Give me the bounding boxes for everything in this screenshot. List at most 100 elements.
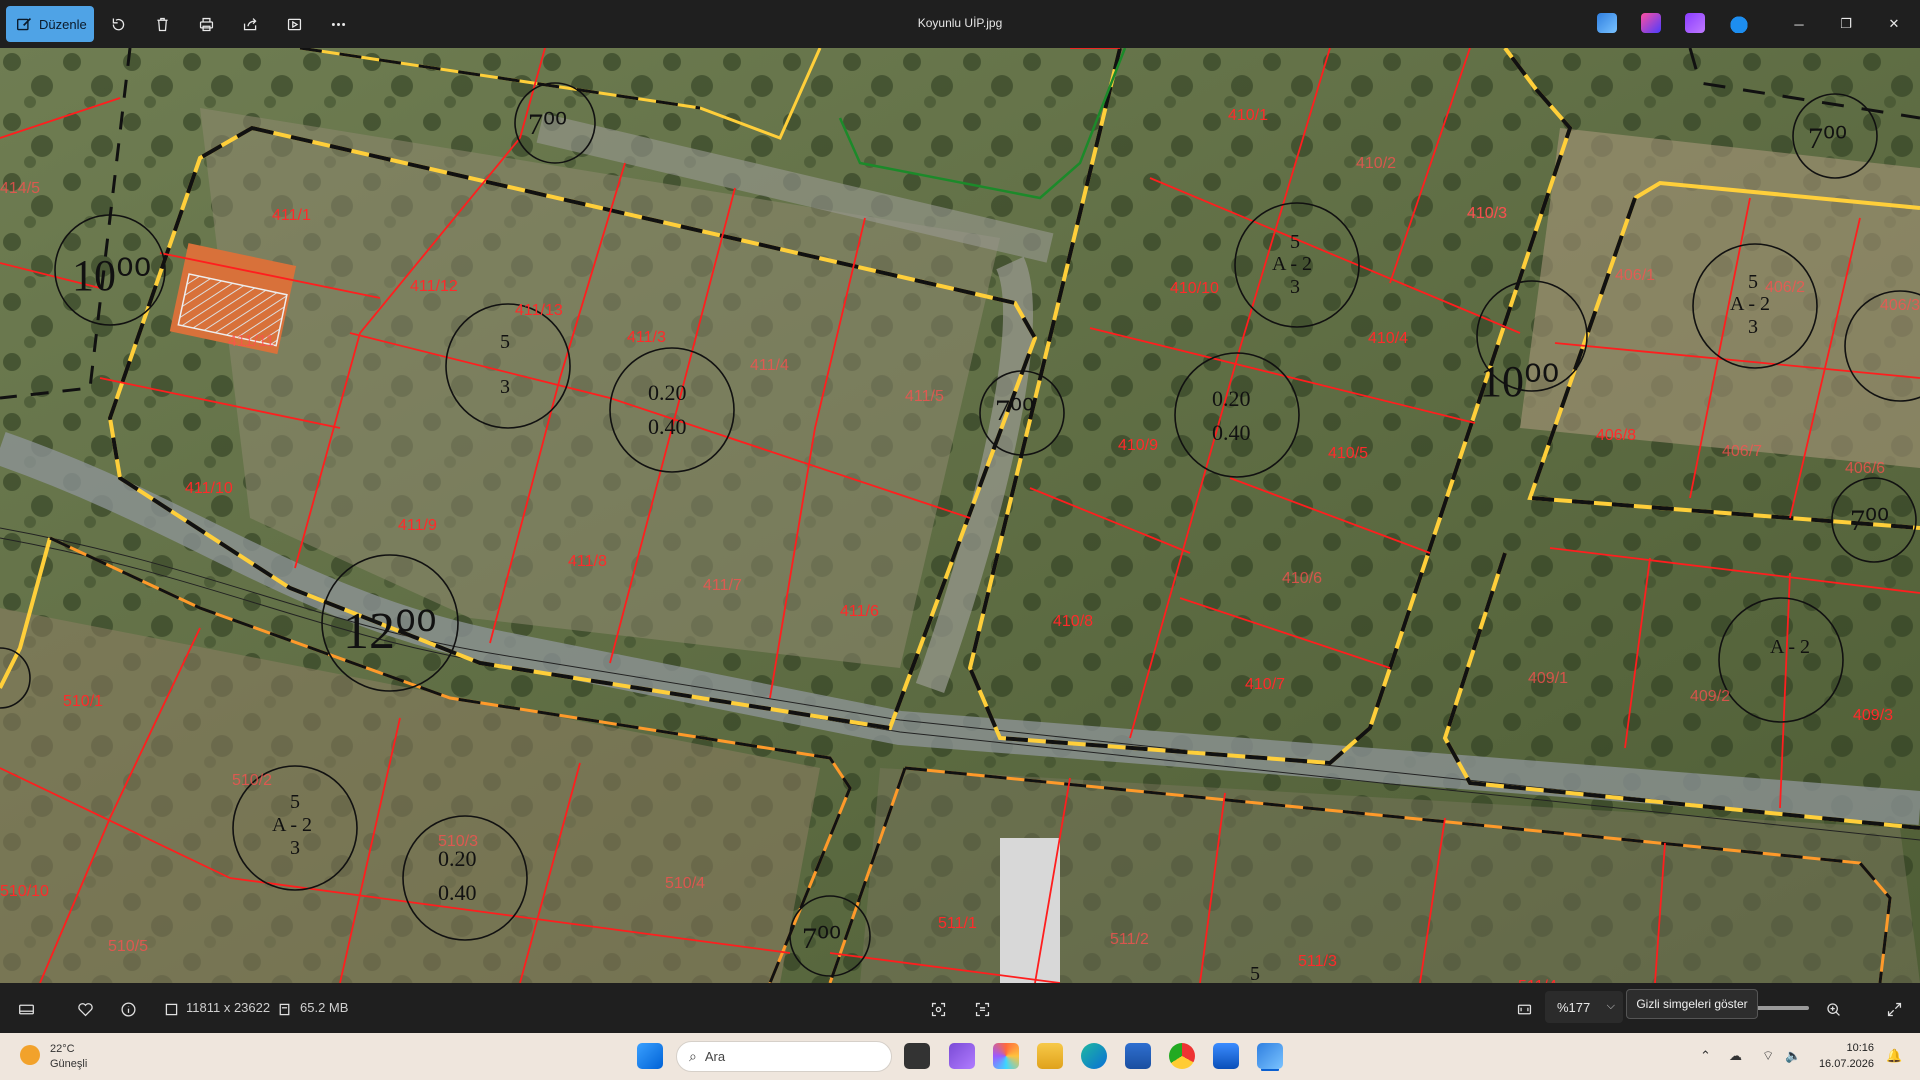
parcel-label: 510/1 xyxy=(63,693,103,710)
parcel-label: 406/7 xyxy=(1722,443,1762,460)
dimensions-icon xyxy=(160,998,182,1020)
image-viewport[interactable]: 7⁰⁰ 10⁰⁰ 12⁰⁰ 0.20 0.40 7⁰⁰ 0.20 0.40 5 … xyxy=(0,48,1920,983)
file-size-icon xyxy=(273,998,295,1020)
filmstrip-icon[interactable] xyxy=(15,998,37,1020)
fullscreen-icon[interactable] xyxy=(1883,998,1905,1020)
parcel-label: 414/5 xyxy=(0,180,40,197)
zone-text: 5 xyxy=(1748,271,1758,293)
clipchamp-icon[interactable] xyxy=(1685,13,1705,33)
parcel-label: 410/9 xyxy=(1118,437,1158,454)
volume-icon[interactable]: 🔈 xyxy=(1785,1048,1801,1064)
notifications-icon[interactable]: 🔔 xyxy=(1886,1048,1902,1064)
favorite-icon[interactable] xyxy=(74,998,96,1020)
zone-text: A - 2 xyxy=(1272,253,1312,275)
chrome-icon[interactable] xyxy=(1169,1043,1195,1069)
parcel-label: 409/1 xyxy=(1528,670,1568,687)
zone-text: 5 xyxy=(1290,231,1300,253)
parcel-label: 411/3 xyxy=(627,329,666,346)
clock-date[interactable]: 16.07.2026 xyxy=(1819,1058,1874,1070)
start-icon[interactable] xyxy=(637,1043,663,1069)
edge-icon[interactable] xyxy=(1081,1043,1107,1069)
designer-icon[interactable] xyxy=(1641,13,1661,33)
zone-text: 5 xyxy=(1250,963,1260,983)
edit-icon xyxy=(17,17,32,30)
parcel-label: 411/11 xyxy=(228,333,275,350)
file-explorer-icon[interactable] xyxy=(1037,1043,1063,1069)
zoning-map-image: 7⁰⁰ 10⁰⁰ 12⁰⁰ 0.20 0.40 7⁰⁰ 0.20 0.40 5 … xyxy=(0,48,1920,983)
zone-text: 7⁰⁰ xyxy=(1808,122,1847,155)
edit-button[interactable]: Düzenle xyxy=(6,6,94,42)
parcel-label: 510/3 xyxy=(438,833,478,850)
zone-text: 10⁰⁰ xyxy=(72,251,151,300)
parcel-label: 410/1 xyxy=(1228,107,1268,124)
info-icon[interactable] xyxy=(117,998,139,1020)
weather-condition[interactable]: Güneşli xyxy=(50,1058,87,1070)
parcel-label: 409/2 xyxy=(1690,688,1730,705)
parcel-label: 511/1 xyxy=(938,915,977,932)
parcel-label: 510/2 xyxy=(232,772,272,789)
sun-icon[interactable] xyxy=(20,1045,40,1065)
parcel-label: 411/6 xyxy=(840,603,879,620)
zone-text: 5 xyxy=(290,791,300,813)
parcel-label: 511/3 xyxy=(1298,953,1337,970)
zone-text: 3 xyxy=(500,376,510,398)
image-dimensions: 11811 x 23622 xyxy=(186,1000,271,1015)
minimize-icon[interactable]: ─ xyxy=(1787,12,1811,36)
more-icon[interactable] xyxy=(326,12,350,36)
parcel-label: 410/6 xyxy=(1282,570,1322,587)
zoom-in-icon[interactable] xyxy=(1822,998,1844,1020)
parcel-label: 410/3 xyxy=(1467,205,1507,222)
parcel-label: 410/7 xyxy=(1245,676,1285,693)
task-view-icon[interactable] xyxy=(904,1043,930,1069)
maximize-icon[interactable]: ❐ xyxy=(1834,12,1858,36)
photos-editor-icon[interactable] xyxy=(1597,13,1617,33)
zone-text: 3 xyxy=(1748,316,1758,338)
clock-time[interactable]: 10:16 xyxy=(1846,1042,1874,1054)
delete-icon[interactable] xyxy=(150,12,174,36)
visual-search-icon[interactable] xyxy=(927,998,949,1020)
text-recognition-icon[interactable] xyxy=(971,998,993,1020)
taskbar-search[interactable]: ⌕ Ara xyxy=(676,1041,892,1072)
chevron-down-icon: ⌵ xyxy=(1606,1000,1615,1012)
zoom-level-select[interactable]: %177 ⌵ xyxy=(1545,991,1623,1023)
slideshow-icon[interactable] xyxy=(282,12,306,36)
zone-text: 0.20 xyxy=(648,380,687,405)
photos-icon[interactable] xyxy=(1257,1043,1283,1069)
parcel-label: 406/2 xyxy=(1765,279,1805,296)
onedrive-tray-icon[interactable]: ☁ xyxy=(1729,1048,1742,1064)
chevron-up-icon[interactable]: ⌃ xyxy=(1700,1048,1711,1064)
parcel-label: 406/3 xyxy=(1880,297,1920,314)
share-icon[interactable] xyxy=(238,12,262,36)
visual-studio-icon[interactable] xyxy=(949,1043,975,1069)
onedrive-icon[interactable] xyxy=(1729,13,1749,33)
zone-text: 3 xyxy=(290,837,300,859)
zone-text: 5 xyxy=(500,331,510,353)
parcel-label: 411/8 xyxy=(568,553,607,570)
zone-text: 7⁰⁰ xyxy=(528,108,567,141)
app-icon[interactable] xyxy=(1213,1043,1239,1069)
file-size: 65.2 MB xyxy=(300,1000,349,1015)
search-placeholder: Ara xyxy=(704,1049,726,1064)
zone-text: A - 2 xyxy=(272,814,312,836)
close-icon[interactable]: ✕ xyxy=(1882,12,1906,36)
store-icon[interactable] xyxy=(1125,1043,1151,1069)
zone-text: A - 2 xyxy=(1730,293,1770,315)
parcel-label: 411/13 xyxy=(515,302,563,319)
zone-text: 7⁰⁰ xyxy=(1850,504,1889,537)
zone-text: 7⁰⁰ xyxy=(995,394,1034,427)
parcel-label: 510/4 xyxy=(665,875,705,892)
fit-to-window-icon[interactable] xyxy=(1513,998,1535,1020)
zone-text: 10⁰⁰ xyxy=(1480,357,1559,406)
parcel-label: 411/9 xyxy=(398,517,437,534)
edit-button-label: Düzenle xyxy=(39,16,87,32)
rotate-icon[interactable] xyxy=(106,12,130,36)
print-icon[interactable] xyxy=(194,12,218,36)
copilot-icon[interactable] xyxy=(993,1043,1019,1069)
parcel-label: 411/10 xyxy=(185,480,233,497)
temperature[interactable]: 22°C xyxy=(50,1043,75,1055)
title-bar: Düzenle Koyunlu UİP.jpg ─ ❐ ✕ xyxy=(0,0,1920,48)
parcel-label: 411/5 xyxy=(905,388,944,405)
wifi-icon[interactable]: ⌔ xyxy=(1762,1048,1774,1064)
hidden-icons-tooltip: Gizli simgeleri göster xyxy=(1626,989,1758,1019)
parcel-label: 406/8 xyxy=(1596,427,1636,444)
